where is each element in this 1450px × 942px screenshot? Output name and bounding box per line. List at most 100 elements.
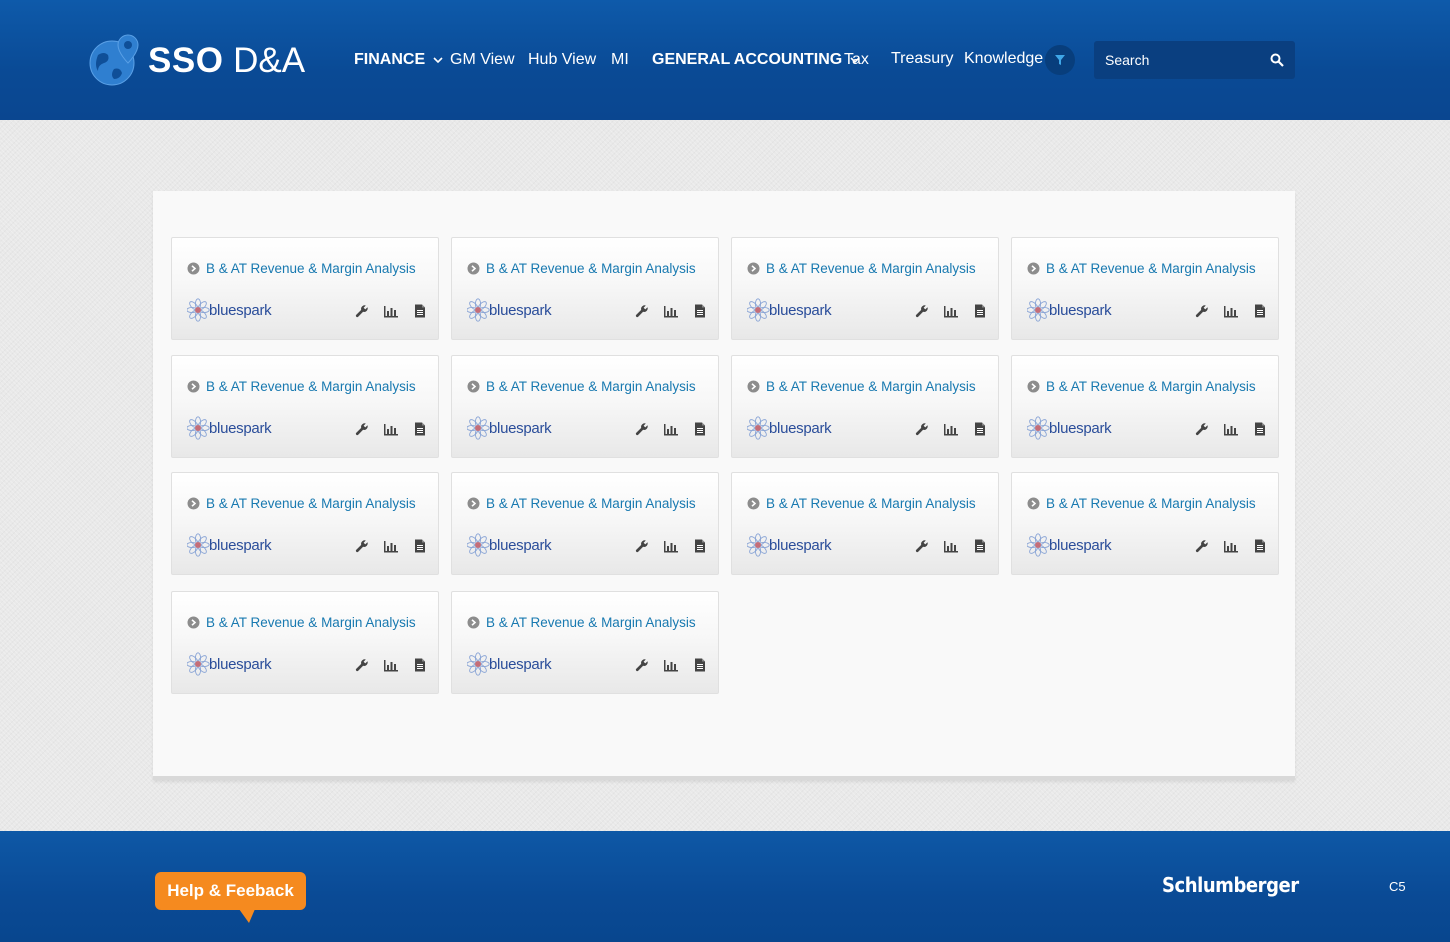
report-link[interactable]: B & AT Revenue & Margin Analysis xyxy=(187,261,416,276)
bar-chart-icon[interactable] xyxy=(943,539,959,553)
report-card: B & AT Revenue & Margin Analysis bluespar… xyxy=(451,591,719,694)
circle-arrow-icon xyxy=(747,380,760,393)
report-link[interactable]: B & AT Revenue & Margin Analysis xyxy=(1027,261,1256,276)
nav-knowledge-label: Knowledge xyxy=(964,50,1044,67)
card-actions xyxy=(341,658,428,672)
bar-chart-icon[interactable] xyxy=(383,422,399,436)
card-actions xyxy=(621,539,708,553)
report-link[interactable]: B & AT Revenue & Margin Analysis xyxy=(467,379,696,394)
nav-treasury[interactable]: Treasury xyxy=(891,39,954,79)
bar-chart-icon[interactable] xyxy=(383,539,399,553)
nav-treasury-label: Treasury xyxy=(891,50,954,67)
wrench-icon[interactable] xyxy=(354,422,370,436)
card-actions xyxy=(341,539,428,553)
card-actions xyxy=(1181,304,1268,318)
nav-mi[interactable]: MI xyxy=(611,40,629,80)
wrench-icon[interactable] xyxy=(354,658,370,672)
nav-finance[interactable]: FINANCE xyxy=(354,40,443,80)
wrench-icon[interactable] xyxy=(354,304,370,318)
bar-chart-icon[interactable] xyxy=(663,304,679,318)
wrench-icon[interactable] xyxy=(1194,539,1210,553)
report-card: B & AT Revenue & Margin Analysis bluespar… xyxy=(451,355,719,458)
wrench-icon[interactable] xyxy=(914,539,930,553)
help-feedback-button[interactable]: Help & Feeback xyxy=(155,872,306,910)
bar-chart-icon[interactable] xyxy=(943,304,959,318)
report-title: B & AT Revenue & Margin Analysis xyxy=(766,379,976,394)
report-title: B & AT Revenue & Margin Analysis xyxy=(486,496,696,511)
report-link[interactable]: B & AT Revenue & Margin Analysis xyxy=(467,261,696,276)
report-link[interactable]: B & AT Revenue & Margin Analysis xyxy=(187,379,416,394)
wrench-icon[interactable] xyxy=(634,539,650,553)
bar-chart-icon[interactable] xyxy=(663,539,679,553)
report-link[interactable]: B & AT Revenue & Margin Analysis xyxy=(1027,496,1256,511)
nav-hub-view[interactable]: Hub View xyxy=(528,40,596,80)
report-title: B & AT Revenue & Margin Analysis xyxy=(766,496,976,511)
document-icon[interactable] xyxy=(972,422,988,436)
nav-tax[interactable]: Tax xyxy=(844,40,869,80)
svg-text:bluespark: bluespark xyxy=(1049,420,1112,437)
bar-chart-icon[interactable] xyxy=(383,658,399,672)
wrench-icon[interactable] xyxy=(914,422,930,436)
document-icon[interactable] xyxy=(972,304,988,318)
svg-text:bluespark: bluespark xyxy=(209,537,272,554)
bar-chart-icon[interactable] xyxy=(1223,422,1239,436)
document-icon[interactable] xyxy=(412,422,428,436)
document-icon[interactable] xyxy=(692,422,708,436)
nav-finance-label: FINANCE xyxy=(354,51,426,68)
wrench-icon[interactable] xyxy=(634,658,650,672)
report-link[interactable]: B & AT Revenue & Margin Analysis xyxy=(187,496,416,511)
wrench-icon[interactable] xyxy=(1194,304,1210,318)
report-card: B & AT Revenue & Margin Analysis bluespar… xyxy=(171,355,439,458)
circle-arrow-icon xyxy=(187,262,200,275)
document-icon[interactable] xyxy=(412,539,428,553)
report-link[interactable]: B & AT Revenue & Margin Analysis xyxy=(747,261,976,276)
svg-text:bluespark: bluespark xyxy=(1049,537,1112,554)
report-link[interactable]: B & AT Revenue & Margin Analysis xyxy=(467,615,696,630)
document-icon[interactable] xyxy=(1252,539,1268,553)
document-icon[interactable] xyxy=(1252,422,1268,436)
report-card: B & AT Revenue & Margin Analysis bluespar… xyxy=(1011,472,1279,575)
svg-text:bluespark: bluespark xyxy=(209,420,272,437)
nav-knowledge[interactable]: Knowledge xyxy=(964,39,1043,79)
report-link[interactable]: B & AT Revenue & Margin Analysis xyxy=(467,496,696,511)
document-icon[interactable] xyxy=(692,539,708,553)
site-logo[interactable]: SSO D&A xyxy=(88,32,305,88)
nav-gm-view[interactable]: GM View xyxy=(450,40,515,80)
report-title: B & AT Revenue & Margin Analysis xyxy=(1046,261,1256,276)
bar-chart-icon[interactable] xyxy=(383,304,399,318)
document-icon[interactable] xyxy=(412,304,428,318)
bar-chart-icon[interactable] xyxy=(943,422,959,436)
wrench-icon[interactable] xyxy=(634,304,650,318)
report-link[interactable]: B & AT Revenue & Margin Analysis xyxy=(1027,379,1256,394)
wrench-icon[interactable] xyxy=(1194,422,1210,436)
wrench-icon[interactable] xyxy=(914,304,930,318)
bar-chart-icon[interactable] xyxy=(663,658,679,672)
report-card: B & AT Revenue & Margin Analysis bluespar… xyxy=(171,237,439,340)
search-icon[interactable] xyxy=(1270,53,1284,67)
bluespark-logo: bluespark xyxy=(186,416,273,440)
nav-general-accounting[interactable]: GENERAL ACCOUNTING xyxy=(652,40,860,80)
svg-text:bluespark: bluespark xyxy=(769,420,832,437)
report-link[interactable]: B & AT Revenue & Margin Analysis xyxy=(747,379,976,394)
report-link[interactable]: B & AT Revenue & Margin Analysis xyxy=(747,496,976,511)
svg-text:bluespark: bluespark xyxy=(489,656,552,673)
document-icon[interactable] xyxy=(692,304,708,318)
svg-text:bluespark: bluespark xyxy=(489,537,552,554)
document-icon[interactable] xyxy=(972,539,988,553)
bar-chart-icon[interactable] xyxy=(1223,539,1239,553)
bluespark-logo: bluespark xyxy=(466,416,553,440)
filter-button[interactable] xyxy=(1045,45,1075,75)
search-input[interactable] xyxy=(1094,41,1259,79)
circle-arrow-icon xyxy=(1027,262,1040,275)
document-icon[interactable] xyxy=(692,658,708,672)
bar-chart-icon[interactable] xyxy=(663,422,679,436)
wrench-icon[interactable] xyxy=(354,539,370,553)
wrench-icon[interactable] xyxy=(634,422,650,436)
document-icon[interactable] xyxy=(1252,304,1268,318)
bluespark-logo: bluespark xyxy=(186,298,273,322)
bar-chart-icon[interactable] xyxy=(1223,304,1239,318)
report-link[interactable]: B & AT Revenue & Margin Analysis xyxy=(187,615,416,630)
document-icon[interactable] xyxy=(412,658,428,672)
svg-text:bluespark: bluespark xyxy=(769,537,832,554)
search-box xyxy=(1094,41,1295,79)
